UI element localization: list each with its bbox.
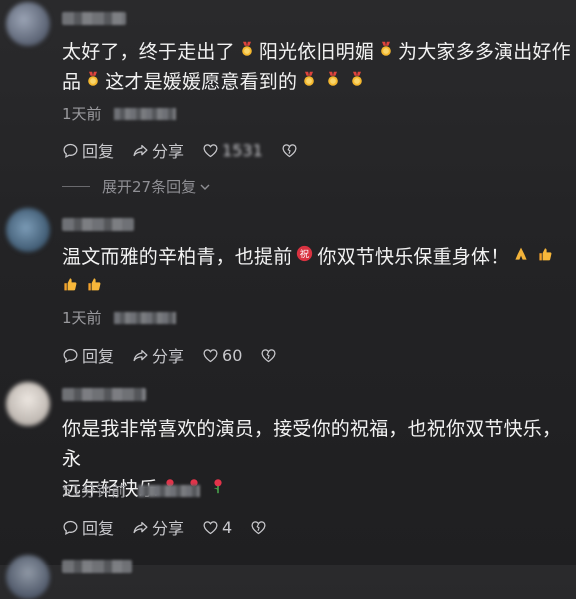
comment-actions: 回复 分享 4: [62, 515, 288, 539]
comment-text: 太好了，终于走出了 阳光依旧明媚 为大家多多演出好作 品这才是媛媛愿意看到的: [62, 37, 572, 97]
location-blur: [113, 108, 176, 120]
avatar[interactable]: [6, 555, 50, 599]
dislike-icon: [281, 142, 298, 159]
expand-replies-button[interactable]: 展开27条回复: [62, 176, 211, 197]
pray-icon: [513, 242, 529, 272]
location-blur: [113, 312, 176, 324]
dislike-button[interactable]: [250, 519, 270, 536]
share-button[interactable]: 分享: [132, 515, 184, 539]
dislike-button[interactable]: [260, 347, 280, 364]
thumbs-up-icon: [62, 272, 78, 302]
share-icon: [132, 519, 149, 536]
like-button[interactable]: 60: [202, 346, 242, 365]
avatar[interactable]: [6, 208, 50, 252]
reply-button[interactable]: 回复: [62, 138, 114, 162]
like-icon: [202, 347, 219, 364]
comment-time: 1天前: [62, 307, 176, 328]
dislike-icon: [250, 519, 267, 536]
location-blur: [138, 485, 201, 497]
like-button[interactable]: 1531: [202, 141, 263, 160]
avatar[interactable]: [6, 382, 50, 426]
like-icon: [202, 519, 219, 536]
share-button[interactable]: 分享: [132, 343, 184, 367]
comment-icon: [62, 142, 79, 159]
medal-icon: [349, 67, 365, 97]
comment-actions: 回复 分享 1531: [62, 138, 319, 162]
username[interactable]: [62, 218, 134, 231]
chevron-down-icon: [199, 181, 211, 193]
comment-icon: [62, 347, 79, 364]
thumbs-up-icon: [537, 242, 553, 272]
dislike-icon: [260, 347, 277, 364]
username[interactable]: [62, 12, 126, 25]
comment-text: 温文而雅的辛柏青，也提前 你双节快乐保重身体！: [62, 242, 572, 302]
share-icon: [132, 142, 149, 159]
like-button[interactable]: 4: [202, 518, 232, 537]
medal-icon: [239, 37, 255, 67]
medal-icon: [325, 67, 341, 97]
avatar[interactable]: [6, 2, 50, 46]
congrats-icon: [296, 242, 313, 272]
username[interactable]: [62, 560, 132, 573]
like-icon: [202, 142, 219, 159]
comment-time: 1天前: [62, 103, 176, 124]
thumbs-up-icon: [86, 272, 102, 302]
medal-icon: [85, 67, 101, 97]
dislike-button[interactable]: [281, 142, 301, 159]
medal-icon: [378, 37, 394, 67]
rose-icon: [210, 474, 226, 504]
comment-actions: 回复 分享 60: [62, 343, 298, 367]
comment-icon: [62, 519, 79, 536]
divider: [62, 186, 90, 187]
username[interactable]: [62, 388, 146, 401]
share-button[interactable]: 分享: [132, 138, 184, 162]
reply-button[interactable]: 回复: [62, 343, 114, 367]
comment-time: 51分钟前: [62, 480, 201, 501]
share-icon: [132, 347, 149, 364]
reply-button[interactable]: 回复: [62, 515, 114, 539]
medal-icon: [301, 67, 317, 97]
